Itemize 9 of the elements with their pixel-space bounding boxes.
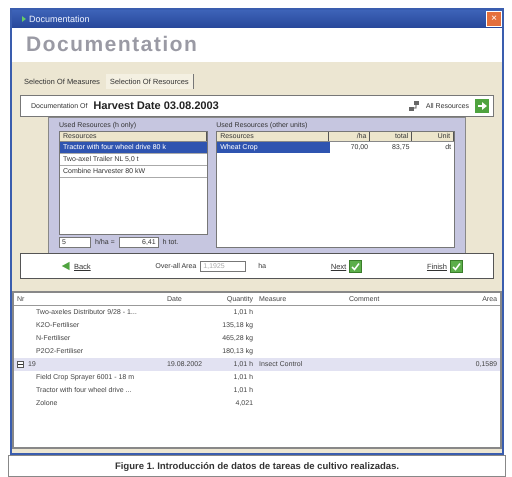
back-arrow-icon	[61, 259, 71, 273]
figure-caption: Figure 1. Introducción de datos de tareas de cultivo realizadas.	[114, 460, 400, 472]
tree-icon	[408, 100, 420, 112]
documentation-value: Harvest Date 03.08.2003	[93, 100, 220, 112]
collapse-box-icon[interactable]	[17, 361, 24, 368]
forward-arrow-icon	[475, 99, 489, 113]
all-resources-button[interactable]	[475, 99, 489, 113]
page-heading: Documentation	[26, 33, 198, 57]
window-title: Documentation	[29, 14, 90, 24]
